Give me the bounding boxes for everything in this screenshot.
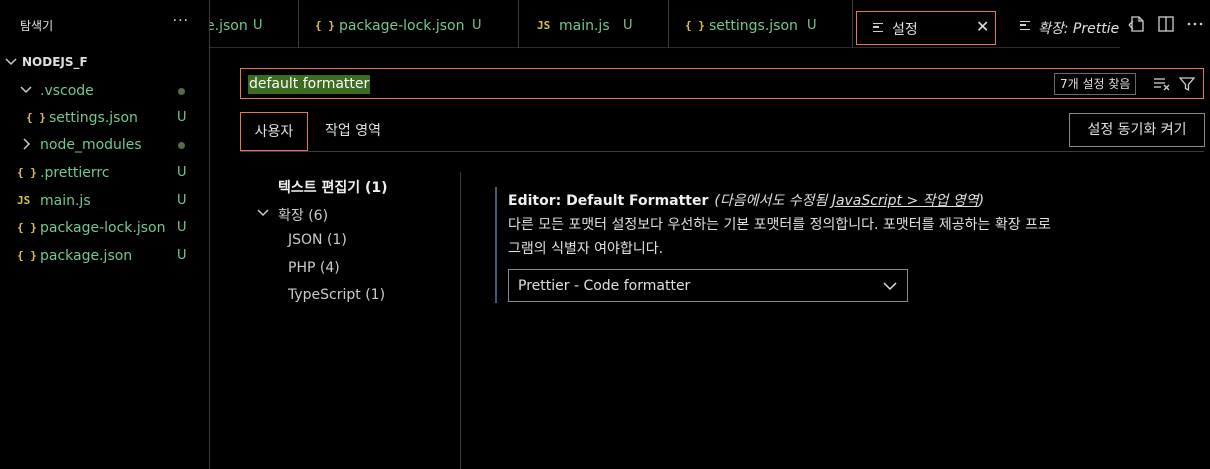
chevron-down-icon xyxy=(883,282,897,291)
vscode-window: 탐색기 ··· NODEJS_F .vscode { } settings.js… xyxy=(0,0,1210,469)
tree-item-label: node_modules xyxy=(40,137,142,153)
modified-elsewhere-note: (다음에서도 수정됨 JavaScript > 작업 영역) xyxy=(714,193,984,209)
untracked-badge: U xyxy=(177,248,187,263)
tab-label: package-lock.json xyxy=(339,18,465,34)
json-file-icon: { } xyxy=(17,166,37,179)
clear-filter-icon[interactable] xyxy=(1153,77,1171,91)
setting-description-line: 다른 모든 포맷터 설정보다 우선하는 기본 포맷터를 정의합니다. 포맷터를 … xyxy=(508,217,1051,233)
javascript-file-icon: JS xyxy=(17,194,31,207)
focused-setting-indicator xyxy=(495,187,497,303)
tree-item-label: package-lock.json xyxy=(40,220,166,236)
tab-label: main.js xyxy=(559,18,610,34)
tree-item-label: .prettierrc xyxy=(40,165,110,181)
modified-dot-icon xyxy=(178,142,185,149)
toc-divider xyxy=(460,172,461,469)
explorer-header: 탐색기 ··· xyxy=(0,0,209,48)
untracked-badge: U xyxy=(253,18,263,33)
search-input[interactable]: default formatter xyxy=(248,75,371,94)
settings-sync-button[interactable]: 설정 동기화 켜기 xyxy=(1069,113,1205,147)
tree-item-prettierrc[interactable]: { } .prettierrc U xyxy=(0,159,209,186)
untracked-badge: U xyxy=(177,193,187,208)
json-file-icon: { } xyxy=(315,19,335,32)
json-file-icon: { } xyxy=(685,19,705,32)
split-editor-icon[interactable] xyxy=(1157,15,1175,33)
modified-dot-icon xyxy=(178,88,185,95)
setting-description: 다른 모든 포맷터 설정보다 우선하는 기본 포맷터를 정의합니다. 포맷터를 … xyxy=(508,213,1188,261)
untracked-badge: U xyxy=(177,220,187,235)
tab-label: settings.json xyxy=(709,18,798,34)
more-actions-icon[interactable]: ··· xyxy=(173,13,189,29)
tree-item-label: package.json xyxy=(40,248,133,264)
default-formatter-select[interactable]: Prettier - Code formatter xyxy=(508,269,908,302)
setting-title: Editor: Default Formatter (다음에서도 수정됨 Java… xyxy=(508,190,984,210)
tree-root-folder[interactable]: NODEJS_F xyxy=(0,49,209,76)
results-count-badge: 7개 설정 찾음 xyxy=(1054,73,1137,95)
json-file-icon: { } xyxy=(17,249,37,262)
settings-search-box[interactable]: default formatter 7개 설정 찾음 xyxy=(240,68,1204,99)
settings-lines-icon xyxy=(873,23,883,32)
chevron-down-icon xyxy=(20,86,32,94)
chevron-down-icon[interactable] xyxy=(256,206,270,220)
tab-package-lock-json[interactable]: { } package-lock.json U xyxy=(299,0,519,48)
explorer-title: 탐색기 xyxy=(20,19,54,33)
modified-suffix: ) xyxy=(978,193,985,209)
modified-prefix: (다음에서도 수정됨 xyxy=(714,193,832,209)
explorer-sidebar: 탐색기 ··· NODEJS_F .vscode { } settings.js… xyxy=(0,0,210,469)
toc-php[interactable]: PHP (4) xyxy=(288,260,340,276)
tree-item-label: .vscode xyxy=(40,83,94,99)
select-value: Prettier - Code formatter xyxy=(518,278,691,294)
tab-package-json[interactable]: e.json U xyxy=(210,0,299,48)
filter-icon[interactable] xyxy=(1178,75,1196,93)
tree-item-package-lock-json[interactable]: { } package-lock.json U xyxy=(0,214,209,241)
untracked-badge: U xyxy=(177,110,187,125)
more-actions-icon[interactable] xyxy=(1186,15,1204,33)
setting-description-line: 그램의 식별자 여야합니다. xyxy=(508,241,664,257)
tab-label: e.json xyxy=(210,18,248,34)
tab-main-js[interactable]: JS main.js U xyxy=(519,0,669,48)
tree-item-label: main.js xyxy=(40,193,91,209)
close-icon[interactable]: ✕ xyxy=(976,17,989,36)
open-settings-json-icon[interactable] xyxy=(1128,15,1146,33)
untracked-badge: U xyxy=(177,165,187,180)
scope-divider xyxy=(240,151,1204,152)
tab-label: 확장: Prettie xyxy=(1038,21,1120,37)
tree-item-settings-json[interactable]: { } settings.json U xyxy=(0,104,209,131)
tab-extension-prettier[interactable]: 확장: Prettie xyxy=(1004,0,1120,48)
toc-extensions[interactable]: 확장 (6) xyxy=(278,205,328,225)
untracked-badge: U xyxy=(807,18,817,33)
untracked-badge: U xyxy=(472,18,482,33)
chevron-right-icon xyxy=(23,138,31,150)
chevron-down-icon xyxy=(5,58,17,66)
tab-workspace-settings[interactable]: 작업 영역 xyxy=(312,112,394,152)
editor-actions xyxy=(1120,0,1210,48)
tree-item-package-json[interactable]: { } package.json U xyxy=(0,242,209,269)
javascript-file-icon: JS xyxy=(537,19,551,32)
tab-settings[interactable]: 설정 ✕ xyxy=(856,11,996,45)
setting-name: Editor: Default Formatter xyxy=(508,193,709,209)
root-folder-label: NODEJS_F xyxy=(22,55,88,69)
json-file-icon: { } xyxy=(17,221,37,234)
modified-scope-link[interactable]: JavaScript > 작업 영역 xyxy=(832,193,979,209)
tree-item-node-modules[interactable]: node_modules xyxy=(0,131,209,158)
editor-tab-bar: e.json U { } package-lock.json U JS main… xyxy=(210,0,1210,48)
tree-item-main-js[interactable]: JS main.js U xyxy=(0,187,209,214)
tree-item-label: settings.json xyxy=(49,110,138,126)
json-file-icon: { } xyxy=(26,111,46,124)
tab-label: 설정 xyxy=(892,22,918,38)
toc-typescript[interactable]: TypeScript (1) xyxy=(288,287,385,303)
untracked-badge: U xyxy=(623,18,633,33)
toc-json[interactable]: JSON (1) xyxy=(288,232,347,248)
tree-item-vscode[interactable]: .vscode xyxy=(0,77,209,104)
toc-text-editor[interactable]: 텍스트 편집기 (1) xyxy=(278,177,388,197)
tab-user-settings[interactable]: 사용자 xyxy=(240,112,308,152)
settings-lines-icon xyxy=(1020,21,1030,30)
tab-settings-json[interactable]: { } settings.json U xyxy=(669,0,853,48)
